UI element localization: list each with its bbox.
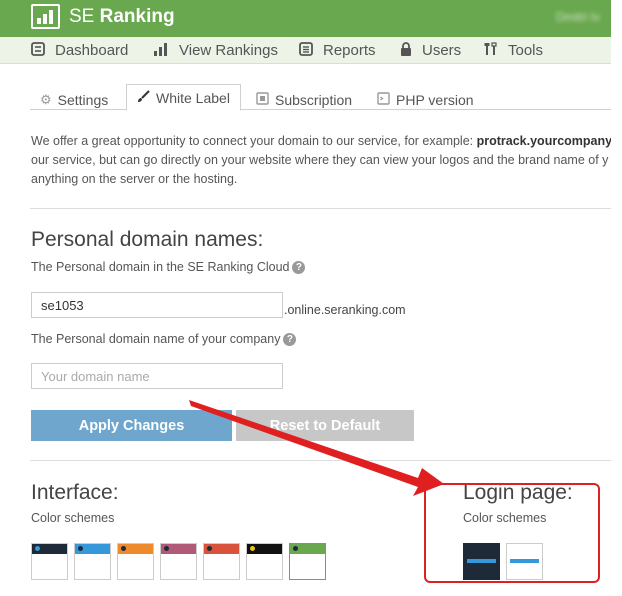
brand-prefix: SE (69, 6, 95, 27)
nav-item-dashboard[interactable]: Dashboard (31, 42, 128, 59)
annotation-highlight-box (424, 483, 600, 583)
gears-icon: ⚙ (40, 92, 52, 107)
nav-item-tools[interactable]: Tools (484, 42, 543, 59)
interface-color-scheme-swatch[interactable] (246, 543, 283, 580)
nav-label: Reports (323, 42, 376, 59)
tab-settings[interactable]: ⚙ Settings (40, 84, 108, 110)
divider (30, 208, 611, 209)
cloud-domain-suffix: .online.seranking.com (284, 303, 406, 317)
interface-color-schemes (31, 543, 326, 580)
intro-line-2: our service, but can go directly on your… (31, 153, 609, 167)
lock-icon (400, 42, 412, 59)
interface-color-scheme-swatch[interactable] (160, 543, 197, 580)
help-icon[interactable]: ? (283, 332, 297, 346)
user-name[interactable]: Dmitri Iv (556, 10, 600, 24)
interface-title: Interface: (31, 481, 119, 504)
personal-domain-title: Personal domain names: (31, 228, 264, 251)
tab-label: Settings (57, 92, 109, 108)
swatch-dot (164, 546, 169, 551)
interface-color-schemes-label: Color schemes (31, 511, 115, 525)
tools-icon (484, 42, 498, 59)
nav-item-reports[interactable]: Reports (299, 42, 376, 59)
swatch-dot (78, 546, 83, 551)
tab-label: Subscription (275, 92, 353, 108)
interface-color-scheme-swatch[interactable] (31, 543, 68, 580)
cloud-domain-label: The Personal domain in the SE Ranking Cl… (31, 260, 306, 274)
interface-color-scheme-swatch[interactable] (289, 543, 326, 580)
help-icon[interactable]: ? (292, 260, 306, 274)
swatch-dot (250, 546, 255, 551)
interface-color-scheme-swatch[interactable] (74, 543, 111, 580)
company-domain-input[interactable] (31, 363, 283, 389)
company-domain-label-text: The Personal domain name of your company (31, 332, 281, 346)
nav-label: View Rankings (179, 42, 278, 59)
logo-icon[interactable] (31, 4, 60, 29)
brush-icon (137, 89, 150, 106)
cloud-domain-input[interactable] (31, 292, 283, 318)
tab-white-label[interactable]: White Label (126, 84, 241, 111)
brand-suffix: Ranking (99, 6, 175, 27)
main-nav: Dashboard View Rankings Reports Users To… (0, 37, 611, 64)
bar-chart-icon (153, 42, 169, 59)
reports-icon (299, 42, 313, 59)
swatch-dot (121, 546, 126, 551)
swatch-dot (207, 546, 212, 551)
brand-name[interactable]: SE Ranking (69, 6, 175, 28)
settings-tabs: ⚙ Settings White Label Subscription PHP … (30, 84, 611, 111)
php-icon (377, 92, 390, 108)
reset-to-default-button[interactable]: Reset to Default (236, 410, 414, 441)
apply-changes-button[interactable]: Apply Changes (31, 410, 232, 441)
interface-color-scheme-swatch[interactable] (203, 543, 240, 580)
nav-label: Users (422, 42, 462, 59)
top-bar: SE Ranking Dmitri Iv (0, 0, 611, 37)
tab-subscription[interactable]: Subscription (256, 84, 352, 110)
dashboard-icon (31, 42, 45, 59)
example-domain: protrack.yourcompany. (476, 134, 611, 148)
company-domain-label: The Personal domain name of your company… (31, 332, 297, 346)
tab-label: PHP version (396, 92, 474, 108)
nav-label: Dashboard (55, 42, 129, 59)
interface-color-scheme-swatch[interactable] (117, 543, 154, 580)
tab-label: White Label (156, 89, 230, 106)
swatch-dot (293, 546, 298, 551)
tab-php-version[interactable]: PHP version (377, 84, 474, 110)
intro-text: We offer a great opportunity to connect … (31, 132, 611, 189)
cloud-domain-label-text: The Personal domain in the SE Ranking Cl… (31, 260, 290, 274)
intro-line-1: We offer a great opportunity to connect … (31, 134, 477, 148)
divider (30, 460, 611, 461)
intro-line-3: anything on the server or the hosting. (31, 172, 238, 186)
swatch-dot (35, 546, 40, 551)
subscription-icon (256, 92, 269, 108)
nav-item-users[interactable]: Users (400, 42, 461, 59)
nav-label: Tools (508, 42, 544, 59)
nav-item-view-rankings[interactable]: View Rankings (153, 42, 278, 59)
